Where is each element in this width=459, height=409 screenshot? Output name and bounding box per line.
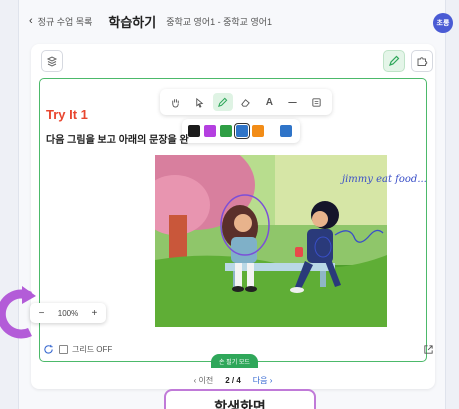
shape-tool[interactable] (306, 93, 326, 111)
chevron-left-icon: ‹ (29, 15, 33, 27)
line-icon (288, 101, 297, 103)
layers-icon (46, 56, 58, 67)
shape-icon (312, 97, 321, 107)
color-swatch[interactable] (252, 125, 264, 137)
rotate-icon[interactable] (0, 282, 44, 346)
refresh-icon[interactable] (43, 344, 54, 355)
exercise-instruction: 다음 그림을 보고 아래의 문장을 완 (46, 135, 189, 146)
open-external-icon[interactable] (423, 344, 434, 355)
grid-label: 그리드 OFF (72, 345, 113, 354)
next-page-button[interactable]: 다음 › (253, 375, 273, 386)
grid-toggle[interactable]: 그리드 OFF (59, 344, 112, 355)
avatar[interactable]: 초롱 (433, 13, 453, 33)
pagination: ‹ 이전 2 / 4 다음 › (31, 372, 435, 388)
cursor-icon (195, 97, 203, 108)
exercise-heading: Try It 1 (46, 107, 88, 122)
handwriting-mode-tab[interactable]: 손 필기 모드 (211, 354, 258, 368)
select-tool[interactable] (189, 93, 209, 111)
eraser-icon (241, 98, 251, 107)
pen-icon (389, 55, 400, 66)
zoom-level: 100% (57, 308, 79, 318)
color-swatch[interactable] (234, 123, 250, 139)
color-swatch-custom[interactable] (280, 125, 292, 137)
student-screen-button[interactable]: 학생화면 (164, 389, 316, 409)
pen-mode-button[interactable] (383, 50, 405, 72)
layers-button[interactable] (41, 50, 63, 72)
drawing-toolbar: A (160, 89, 332, 115)
handwritten-annotation: jimmy eat food... (342, 174, 427, 185)
puzzle-icon (417, 57, 428, 66)
text-icon: A (265, 96, 273, 108)
page-title: 학습하기 (108, 14, 157, 30)
color-swatch[interactable] (188, 125, 200, 137)
hand-icon (172, 98, 179, 108)
back-button[interactable]: ‹ 정규 수업 목록 (29, 15, 92, 28)
color-swatch[interactable] (204, 125, 216, 137)
color-palette (182, 119, 300, 143)
text-tool[interactable]: A (259, 93, 279, 111)
color-swatch[interactable] (220, 125, 232, 137)
settings-button[interactable] (411, 50, 433, 72)
app-window: ‹ 정규 수업 목록 학습하기 중학교 영어1 - 중학교 영어1 A Try … (18, 0, 446, 409)
pen-tool[interactable] (212, 93, 233, 111)
back-label: 정규 수업 목록 (37, 16, 93, 27)
line-tool[interactable] (283, 93, 303, 111)
zoom-in-button[interactable]: + (87, 308, 101, 319)
top-bar: ‹ 정규 수업 목록 학습하기 중학교 영어1 - 중학교 영어1 (19, 0, 447, 42)
prev-page-button[interactable]: ‹ 이전 (194, 375, 214, 386)
hand-tool[interactable] (166, 93, 186, 111)
page-subtitle: 중학교 영어1 - 중학교 영어1 (166, 16, 273, 27)
eraser-tool[interactable] (236, 93, 256, 111)
lesson-card: A Try It 1 다음 그림을 보고 아래의 문장을 완 jimmy eat… (31, 44, 435, 389)
pencil-icon (218, 97, 228, 107)
grid-icon (59, 345, 68, 354)
page-indicator: 2 / 4 (225, 375, 241, 385)
